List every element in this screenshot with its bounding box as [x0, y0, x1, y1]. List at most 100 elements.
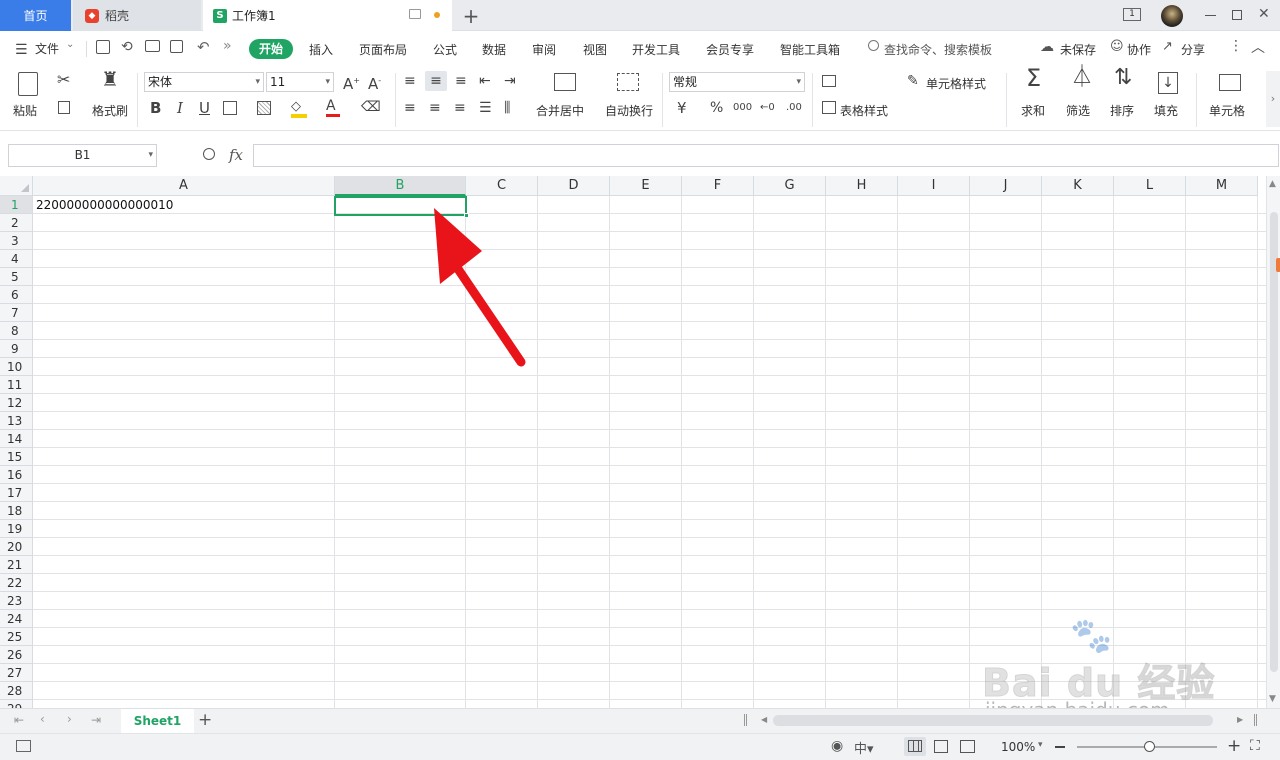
monitor-icon[interactable]	[409, 9, 421, 19]
column-header-m[interactable]: M	[1186, 176, 1258, 196]
increase-font-icon[interactable]: A+	[343, 74, 360, 92]
row-header-29[interactable]: 29	[0, 700, 33, 708]
bold-button[interactable]: B	[150, 101, 161, 116]
format-painter-button[interactable]: 格式刷	[92, 102, 128, 119]
page-indicator-icon[interactable]: 1	[1123, 8, 1141, 21]
wrap-text-button[interactable]: 自动换行	[605, 102, 653, 119]
row-header-23[interactable]: 23	[0, 592, 33, 610]
scroll-thumb[interactable]	[1270, 212, 1278, 672]
row-header-13[interactable]: 13	[0, 412, 33, 430]
table-style-button[interactable]: 表格样式	[840, 102, 888, 119]
column-header-g[interactable]: G	[754, 176, 826, 196]
column-header-d[interactable]: D	[538, 176, 610, 196]
add-sheet-button[interactable]: +	[198, 710, 212, 730]
eye-protect-icon[interactable]: ◉	[831, 738, 843, 754]
italic-button[interactable]: I	[177, 101, 183, 116]
row-header-2[interactable]: 2	[0, 214, 33, 232]
first-sheet-icon[interactable]: ⇤	[14, 713, 24, 727]
currency-button[interactable]: ¥	[677, 101, 687, 116]
increase-indent-icon[interactable]: ⇥	[504, 74, 516, 88]
sort-icon[interactable]: ⇅	[1114, 67, 1132, 89]
search-icon[interactable]	[868, 40, 879, 51]
row-header-28[interactable]: 28	[0, 682, 33, 700]
row-header-4[interactable]: 4	[0, 250, 33, 268]
row-header-6[interactable]: 6	[0, 286, 33, 304]
tab-docer[interactable]: ◆ 稻壳	[73, 0, 201, 31]
cell-button[interactable]: 单元格	[1209, 102, 1245, 119]
select-all-corner[interactable]	[0, 176, 33, 196]
row-header-10[interactable]: 10	[0, 358, 33, 376]
ribbon-scroll-right-icon[interactable]: ›	[1266, 71, 1280, 127]
column-header-h[interactable]: H	[826, 176, 898, 196]
column-header-f[interactable]: F	[682, 176, 754, 196]
splitter-right-icon[interactable]	[1254, 714, 1257, 726]
row-header-9[interactable]: 9	[0, 340, 33, 358]
sheet-tab-sheet1[interactable]: Sheet1	[121, 709, 194, 733]
scroll-down-icon[interactable]: ▼	[1269, 694, 1276, 704]
column-header-e[interactable]: E	[610, 176, 682, 196]
filter-button[interactable]: 筛选	[1066, 102, 1090, 119]
font-size-select[interactable]: 11 ▾	[266, 72, 334, 92]
macro-record-icon[interactable]	[16, 740, 31, 752]
input-method-icon[interactable]: 中▾	[854, 738, 874, 757]
page-layout-view-icon[interactable]	[934, 740, 948, 753]
row-header-5[interactable]: 5	[0, 268, 33, 286]
normal-view-icon[interactable]	[904, 737, 926, 756]
row-header-7[interactable]: 7	[0, 304, 33, 322]
wrap-text-icon[interactable]	[617, 73, 639, 91]
collapse-ribbon-icon[interactable]: ︿	[1251, 37, 1265, 57]
menu-item-view[interactable]: 视图	[583, 41, 607, 58]
conditional-format-icon[interactable]	[822, 75, 836, 87]
table-style-icon[interactable]	[822, 101, 836, 114]
row-header-21[interactable]: 21	[0, 556, 33, 574]
distribute-icon[interactable]: ⫼	[504, 101, 510, 115]
menu-item-developer[interactable]: 开发工具	[632, 41, 680, 58]
menu-item-review[interactable]: 审阅	[532, 41, 556, 58]
unsaved-button[interactable]: 未保存	[1060, 41, 1096, 58]
justify-icon[interactable]: ☰	[479, 101, 492, 115]
row-header-11[interactable]: 11	[0, 376, 33, 394]
column-header-j[interactable]: J	[970, 176, 1042, 196]
scissors-icon[interactable]: ✂	[57, 72, 70, 88]
fill-color-icon[interactable]: ◇	[291, 100, 307, 118]
menu-item-page-layout[interactable]: 页面布局	[359, 41, 407, 58]
print-icon[interactable]	[145, 40, 160, 52]
sum-button[interactable]: 求和	[1021, 102, 1045, 119]
row-header-12[interactable]: 12	[0, 394, 33, 412]
column-header-i[interactable]: I	[898, 176, 970, 196]
zoom-level-select[interactable]: 100%	[1001, 740, 1035, 754]
fill-pattern-icon[interactable]	[257, 101, 271, 115]
row-header-15[interactable]: 15	[0, 448, 33, 466]
more-icon[interactable]: »	[223, 38, 232, 54]
align-bottom-icon[interactable]: ≡	[455, 74, 467, 88]
zoom-slider-thumb[interactable]	[1144, 741, 1155, 752]
row-header-16[interactable]: 16	[0, 466, 33, 484]
last-sheet-icon[interactable]: ⇥	[91, 713, 101, 727]
row-header-26[interactable]: 26	[0, 646, 33, 664]
fill-down-icon[interactable]: ↓	[1158, 72, 1178, 94]
font-color-icon[interactable]: A	[326, 99, 340, 117]
zoom-in-button[interactable]: +	[1227, 736, 1241, 756]
sort-button[interactable]: 排序	[1110, 102, 1134, 119]
number-format-select[interactable]: 常规 ▾	[669, 72, 805, 92]
column-header-c[interactable]: C	[466, 176, 538, 196]
cell-A1[interactable]: 220000000000000010	[36, 198, 173, 212]
decrease-indent-icon[interactable]: ⇤	[479, 74, 491, 88]
undo-icon[interactable]: ↶	[197, 38, 210, 56]
underline-button[interactable]: U	[199, 101, 210, 116]
vertical-scrollbar[interactable]: ▲ ▼	[1266, 176, 1280, 708]
scroll-up-icon[interactable]: ▲	[1269, 179, 1276, 189]
sum-icon[interactable]: Σ	[1026, 66, 1041, 90]
row-header-1[interactable]: 1	[0, 196, 33, 214]
column-header-k[interactable]: K	[1042, 176, 1114, 196]
file-menu[interactable]: 文件	[35, 40, 59, 57]
horizontal-scroll-thumb[interactable]	[773, 715, 1213, 726]
fullscreen-icon[interactable]: ⛶	[1250, 738, 1260, 754]
align-right-icon[interactable]: ≡	[454, 101, 466, 115]
eraser-icon[interactable]: ⌫	[361, 100, 381, 114]
prev-sheet-icon[interactable]: ‹	[40, 712, 45, 726]
zoom-out-button[interactable]	[1055, 746, 1065, 748]
next-sheet-icon[interactable]: ›	[67, 712, 72, 726]
zoom-search-icon[interactable]	[203, 148, 215, 160]
font-name-select[interactable]: 宋体 ▾	[144, 72, 264, 92]
